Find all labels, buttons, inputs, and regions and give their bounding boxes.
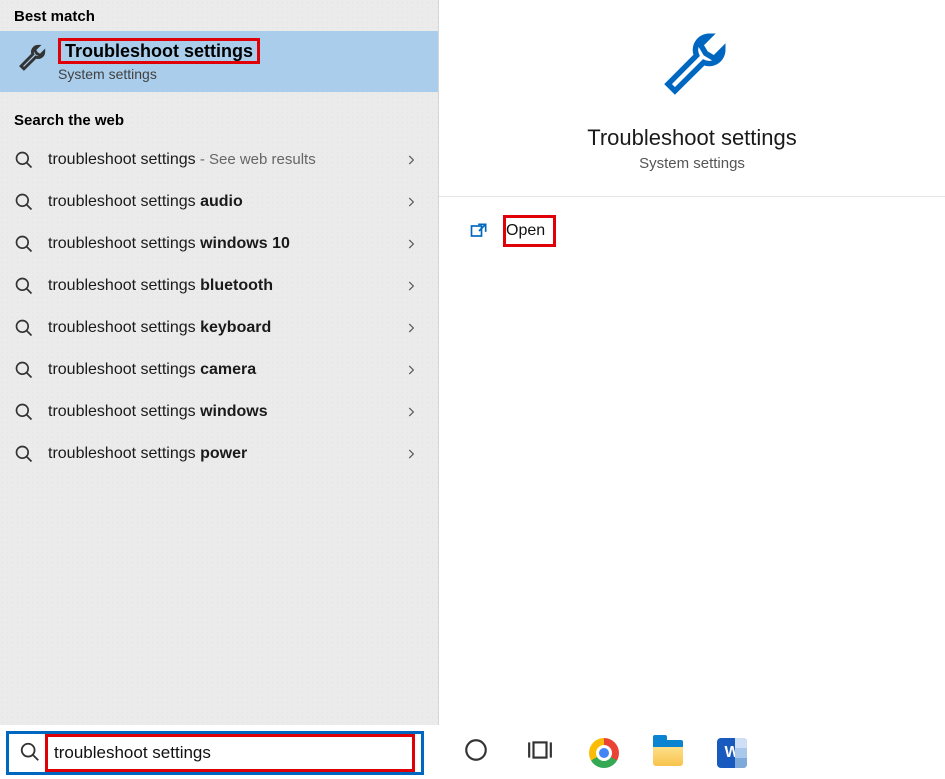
web-result-item[interactable]: troubleshoot settings windows [0,391,438,433]
search-icon [14,360,34,380]
best-match-item[interactable]: Troubleshoot settings System settings [0,31,438,92]
web-result-text: troubleshoot settings power [48,445,390,463]
wrench-icon [651,26,733,113]
web-result-item[interactable]: troubleshoot settings bluetooth [0,265,438,307]
best-match-header: Best match [0,0,438,31]
web-result-text: troubleshoot settings bluetooth [48,277,390,295]
web-result-item[interactable]: troubleshoot settings keyboard [0,307,438,349]
chevron-right-icon [404,405,418,419]
web-results-list: troubleshoot settings - See web results t… [0,139,438,475]
task-view-button[interactable] [522,735,558,771]
web-result-text: troubleshoot settings keyboard [48,319,390,337]
chevron-right-icon [404,195,418,209]
open-icon [469,221,489,241]
web-result-text: troubleshoot settings - See web results [48,151,390,169]
search-icon [19,741,43,765]
open-label: Open [503,215,556,247]
web-result-text: troubleshoot settings camera [48,361,390,379]
file-explorer-taskbar-button[interactable] [650,735,686,771]
web-result-text: troubleshoot settings audio [48,193,390,211]
chevron-right-icon [404,153,418,167]
search-icon [14,150,34,170]
chevron-right-icon [404,237,418,251]
cortana-button[interactable] [458,735,494,771]
preview-panel: Troubleshoot settings System settings Op… [438,0,945,725]
wrench-icon [14,42,48,81]
chevron-right-icon [404,321,418,335]
web-result-item[interactable]: troubleshoot settings audio [0,181,438,223]
web-result-item[interactable]: troubleshoot settings - See web results [0,139,438,181]
word-taskbar-button[interactable]: W [714,735,750,771]
task-view-icon [527,737,553,768]
search-input[interactable] [48,743,412,763]
file-explorer-icon [653,740,683,766]
search-results-panel: Best match Troubleshoot settings System … [0,0,438,725]
word-icon: W [717,738,747,768]
taskbar-search-box[interactable] [6,731,424,775]
search-icon [14,402,34,422]
chrome-icon [589,738,619,768]
taskbar: W [0,725,945,779]
open-action[interactable]: Open [439,197,945,265]
cortana-icon [463,737,489,768]
web-result-text: troubleshoot settings windows 10 [48,235,390,253]
chrome-taskbar-button[interactable] [586,735,622,771]
web-header: Search the web [0,104,438,135]
chevron-right-icon [404,363,418,377]
chevron-right-icon [404,447,418,461]
search-icon [14,444,34,464]
web-result-item[interactable]: troubleshoot settings camera [0,349,438,391]
best-match-title: Troubleshoot settings [58,38,260,64]
preview-title: Troubleshoot settings [587,125,797,151]
web-result-text: troubleshoot settings windows [48,403,390,421]
chevron-right-icon [404,279,418,293]
search-icon [14,234,34,254]
preview-subtitle: System settings [639,155,745,172]
web-result-item[interactable]: troubleshoot settings power [0,433,438,475]
search-icon [14,276,34,296]
web-result-item[interactable]: troubleshoot settings windows 10 [0,223,438,265]
search-icon [14,318,34,338]
search-icon [14,192,34,212]
best-match-subtitle: System settings [58,66,260,82]
